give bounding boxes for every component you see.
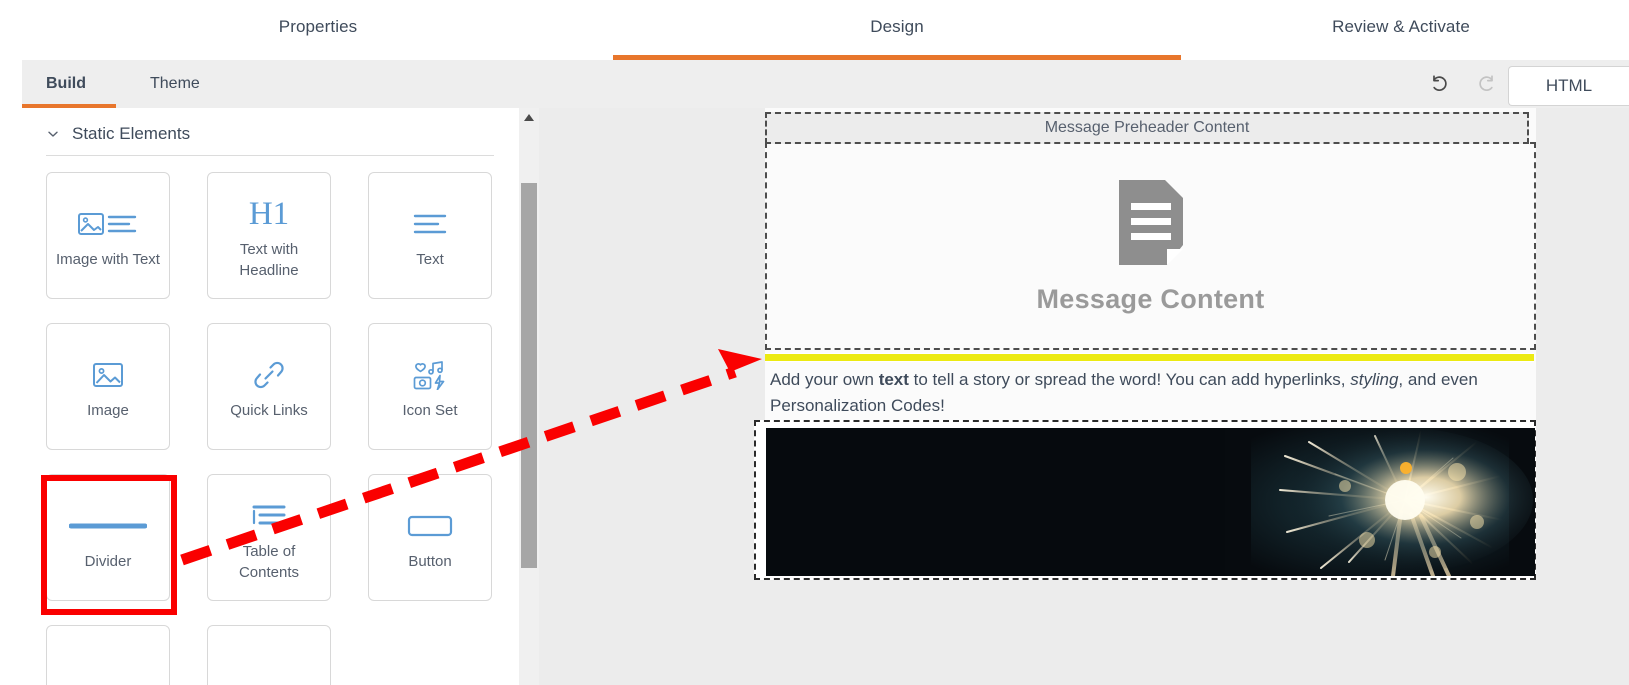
- element-card-label: Text with Headline: [239, 241, 299, 279]
- element-card-row: Divider Table of Contents Button: [46, 474, 506, 601]
- element-card-row: Image Quick Links Icon Set: [46, 323, 506, 450]
- element-card-label: Icon Set: [402, 402, 458, 420]
- image-icon: [92, 351, 124, 399]
- h1-icon: H1: [248, 195, 290, 232]
- element-card-label: Button: [408, 553, 452, 571]
- builder-toolbar: Build Theme HTML: [0, 60, 1629, 108]
- image-block[interactable]: [754, 420, 1536, 580]
- tab-build-label: Build: [46, 75, 86, 92]
- link-icon: [253, 351, 285, 399]
- email-preview-canvas: Message Preheader Content Message Conten…: [539, 108, 1629, 685]
- divider-icon: [69, 502, 147, 550]
- table-of-contents-icon: [251, 492, 287, 540]
- message-content-title: Message Content: [1036, 284, 1265, 314]
- element-card-divider[interactable]: Divider: [46, 474, 170, 601]
- element-card-label: Image with Text: [56, 251, 160, 269]
- scroll-up-arrow-icon[interactable]: [519, 108, 539, 126]
- element-card-label: Table of Contents: [238, 543, 300, 581]
- element-card-icon-set[interactable]: Icon Set: [368, 323, 492, 450]
- undo-icon[interactable]: [1427, 71, 1453, 97]
- sidebar-scrollbar-thumb[interactable]: [521, 183, 537, 568]
- sparkler-photo: [766, 428, 1535, 576]
- wizard-tab-properties[interactable]: Properties: [20, 0, 616, 60]
- document-icon: [1113, 177, 1189, 274]
- text-block[interactable]: Add your own text to tell a story or spr…: [765, 362, 1536, 418]
- element-card-text-with-headline[interactable]: H1 Text with Headline: [207, 172, 331, 299]
- text-lines-icon: [413, 200, 447, 248]
- html-view-button-label: HTML: [1545, 76, 1593, 95]
- element-card-grid: Image with Text H1 Text with Headline Te…: [46, 172, 506, 685]
- static-elements-section-header[interactable]: Static Elements: [46, 124, 494, 144]
- element-card-quick-links[interactable]: Quick Links: [207, 323, 331, 450]
- static-elements-section-title: Static Elements: [72, 124, 191, 143]
- element-card-table-of-contents[interactable]: Table of Contents: [207, 474, 331, 601]
- wizard-tab-design[interactable]: Design: [613, 0, 1181, 60]
- elements-sidebar: Static Elements Image with Text H1 Text …: [0, 108, 519, 685]
- element-card-image[interactable]: Image: [46, 323, 170, 450]
- message-preheader-label: Message Preheader Content: [1044, 119, 1250, 136]
- element-card-label: Image: [87, 402, 129, 420]
- wizard-tab-review-activate-label: Review & Activate: [1332, 17, 1470, 36]
- divider-block[interactable]: [765, 353, 1534, 362]
- element-card-label: Text: [416, 251, 444, 269]
- divider-line: [765, 354, 1534, 361]
- html-view-button[interactable]: HTML: [1508, 66, 1629, 106]
- message-preheader-block[interactable]: Message Preheader Content: [765, 112, 1529, 144]
- text-run-2: to tell a story or spread the word! You …: [908, 370, 1351, 389]
- text-run-italic: styling: [1350, 370, 1399, 389]
- redo-icon[interactable]: [1473, 71, 1499, 97]
- toolbar-left-spacer: [0, 60, 22, 108]
- element-card-image-with-text[interactable]: Image with Text: [46, 172, 170, 299]
- icon-set-icon: [412, 351, 448, 399]
- text-run-bold: text: [878, 370, 909, 389]
- message-content-block[interactable]: Message Content: [765, 142, 1536, 350]
- image-with-text-icon: [77, 200, 139, 248]
- element-card-label: Quick Links: [230, 402, 308, 420]
- wizard-tab-design-label: Design: [870, 17, 924, 36]
- section-divider-rule: [46, 155, 494, 156]
- element-card-row: Image with Text H1 Text with Headline Te…: [46, 172, 506, 299]
- element-card-placeholder[interactable]: [207, 625, 331, 685]
- email-builder-app: Properties Design Review & Activate Buil…: [0, 0, 1629, 685]
- tab-build[interactable]: Build: [46, 60, 86, 108]
- text-run-1: Add your own: [770, 370, 879, 389]
- element-card-row: [46, 625, 506, 685]
- element-card-placeholder[interactable]: [46, 625, 170, 685]
- element-card-button[interactable]: Button: [368, 474, 492, 601]
- button-icon: [407, 502, 453, 550]
- wizard-tab-review-activate[interactable]: Review & Activate: [1181, 0, 1621, 60]
- element-card-text[interactable]: Text: [368, 172, 492, 299]
- chevron-down-icon: [46, 127, 60, 141]
- wizard-tab-bar: Properties Design Review & Activate: [0, 0, 1629, 60]
- wizard-tab-properties-label: Properties: [278, 17, 358, 36]
- text-block-paragraph: Add your own text to tell a story or spr…: [770, 367, 1528, 420]
- build-tab-underline: [22, 104, 116, 108]
- tab-theme[interactable]: Theme: [150, 60, 200, 108]
- sparkler-burst: [1225, 428, 1535, 576]
- toolbar-action-icons: [1427, 60, 1499, 108]
- element-card-label: Divider: [84, 553, 132, 571]
- tab-theme-label: Theme: [150, 75, 200, 92]
